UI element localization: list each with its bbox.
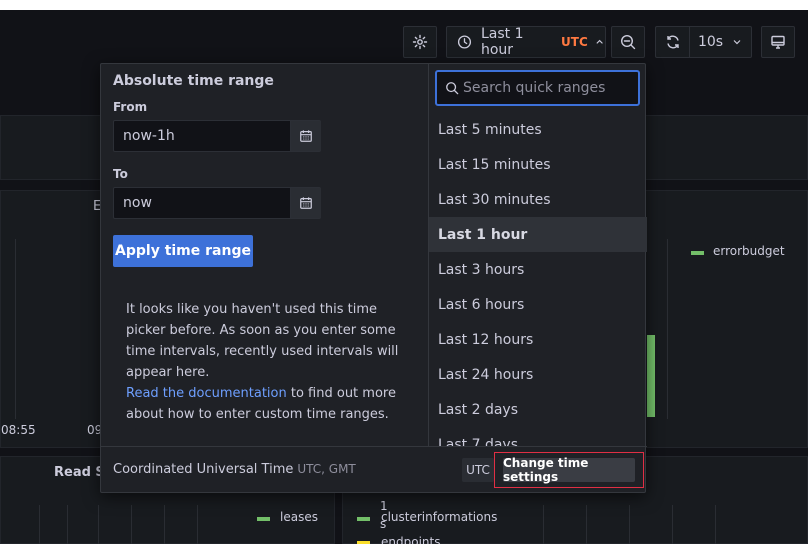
refresh-interval-label: 10s — [697, 34, 724, 50]
refresh-button[interactable] — [655, 26, 689, 58]
x-axis-tick: 08:55 — [1, 423, 36, 437]
from-calendar-button[interactable] — [290, 121, 321, 151]
change-time-settings-highlight: Change time settings — [494, 452, 644, 488]
grid-line — [67, 505, 68, 544]
time-range-label: Last 1 hour — [480, 26, 524, 58]
to-value: now — [123, 195, 152, 211]
timezone-info: Coordinated Universal Time UTC, GMT — [113, 462, 356, 477]
grid-line — [629, 505, 630, 544]
quick-range-item[interactable]: Last 2 days — [429, 392, 647, 427]
calendar-icon — [300, 130, 312, 142]
grid-line — [672, 505, 673, 544]
to-label: To — [113, 167, 128, 181]
zoom-out-icon — [620, 34, 636, 50]
timezone-abbr: UTC, GMT — [297, 462, 356, 476]
bar-mark — [647, 335, 655, 417]
utc-offset-chip: UTC — [462, 458, 494, 482]
grid-line — [131, 505, 132, 544]
quick-ranges-search[interactable] — [435, 70, 640, 106]
absolute-range-title: Absolute time range — [113, 73, 274, 89]
clock-icon — [457, 35, 472, 49]
quick-range-item[interactable]: Last 12 hours — [429, 322, 647, 357]
quick-range-item[interactable]: Last 7 days — [429, 427, 647, 447]
refresh-interval-picker[interactable]: 10s — [689, 26, 752, 58]
from-label: From — [113, 100, 148, 114]
calendar-icon — [300, 197, 312, 209]
grid-line — [543, 505, 544, 544]
quick-range-item[interactable]: Last 1 hour — [429, 217, 647, 252]
absolute-range-form: Absolute time range From now-1h To now A… — [101, 64, 428, 446]
tv-mode-button[interactable] — [761, 26, 795, 58]
chevron-up-icon — [596, 39, 603, 44]
legend-leases[interactable]: leases — [280, 510, 318, 524]
documentation-link[interactable]: Read the documentation — [126, 386, 287, 401]
chevron-down-icon — [733, 40, 741, 45]
quick-range-item[interactable]: Last 6 hours — [429, 287, 647, 322]
grid-line — [667, 239, 668, 419]
legend-endpoints[interactable]: endpoints — [381, 535, 440, 544]
grid-line — [715, 505, 716, 544]
help-text: It looks like you haven't used this time… — [126, 299, 416, 425]
picker-footer: Coordinated Universal Time UTC, GMT UTC C… — [101, 446, 647, 494]
top-strip — [0, 0, 808, 10]
grid-line — [98, 505, 99, 544]
quick-ranges-pane: Last 5 minutesLast 15 minutesLast 30 min… — [428, 64, 647, 446]
timezone-badge: UTC — [561, 35, 588, 49]
quick-range-item[interactable]: Last 15 minutes — [429, 147, 647, 182]
to-calendar-button[interactable] — [290, 188, 321, 218]
quick-range-item[interactable]: Last 24 hours — [429, 357, 647, 392]
legend-marker — [691, 251, 704, 255]
gear-icon — [412, 34, 428, 50]
zoom-out-button[interactable] — [611, 26, 645, 58]
monitor-icon — [771, 35, 785, 49]
quick-range-item[interactable]: Last 3 hours — [429, 252, 647, 287]
from-value: now-1h — [123, 128, 175, 144]
grid-line — [197, 505, 198, 544]
from-field[interactable]: now-1h — [113, 120, 321, 152]
grid-line — [15, 239, 16, 419]
time-picker-dropdown: Absolute time range From now-1h To now A… — [100, 63, 647, 494]
legend-errorbudget[interactable]: errorbudget — [713, 244, 785, 258]
refresh-icon — [666, 35, 679, 49]
quick-range-item[interactable]: Last 30 minutes — [429, 182, 647, 217]
help-body: It looks like you haven't used this time… — [126, 302, 399, 380]
to-field[interactable]: now — [113, 187, 321, 219]
search-input[interactable] — [463, 78, 633, 98]
grid-line — [586, 505, 587, 544]
legend-clusterinformations[interactable]: clusterinformations — [381, 510, 497, 524]
quick-range-item[interactable]: Last 5 minutes — [429, 112, 647, 147]
dashboard-settings-button[interactable] — [403, 26, 437, 58]
grid-line — [39, 505, 40, 544]
grid-line — [164, 505, 165, 544]
legend-marker — [257, 517, 270, 521]
legend-marker — [357, 517, 370, 521]
change-time-settings-button[interactable]: Change time settings — [503, 456, 635, 484]
time-picker-button[interactable]: Last 1 hour UTC — [446, 26, 606, 58]
search-icon — [446, 82, 459, 95]
apply-time-range-button[interactable]: Apply time range — [113, 235, 253, 267]
timezone-name: Coordinated Universal Time — [113, 462, 294, 477]
